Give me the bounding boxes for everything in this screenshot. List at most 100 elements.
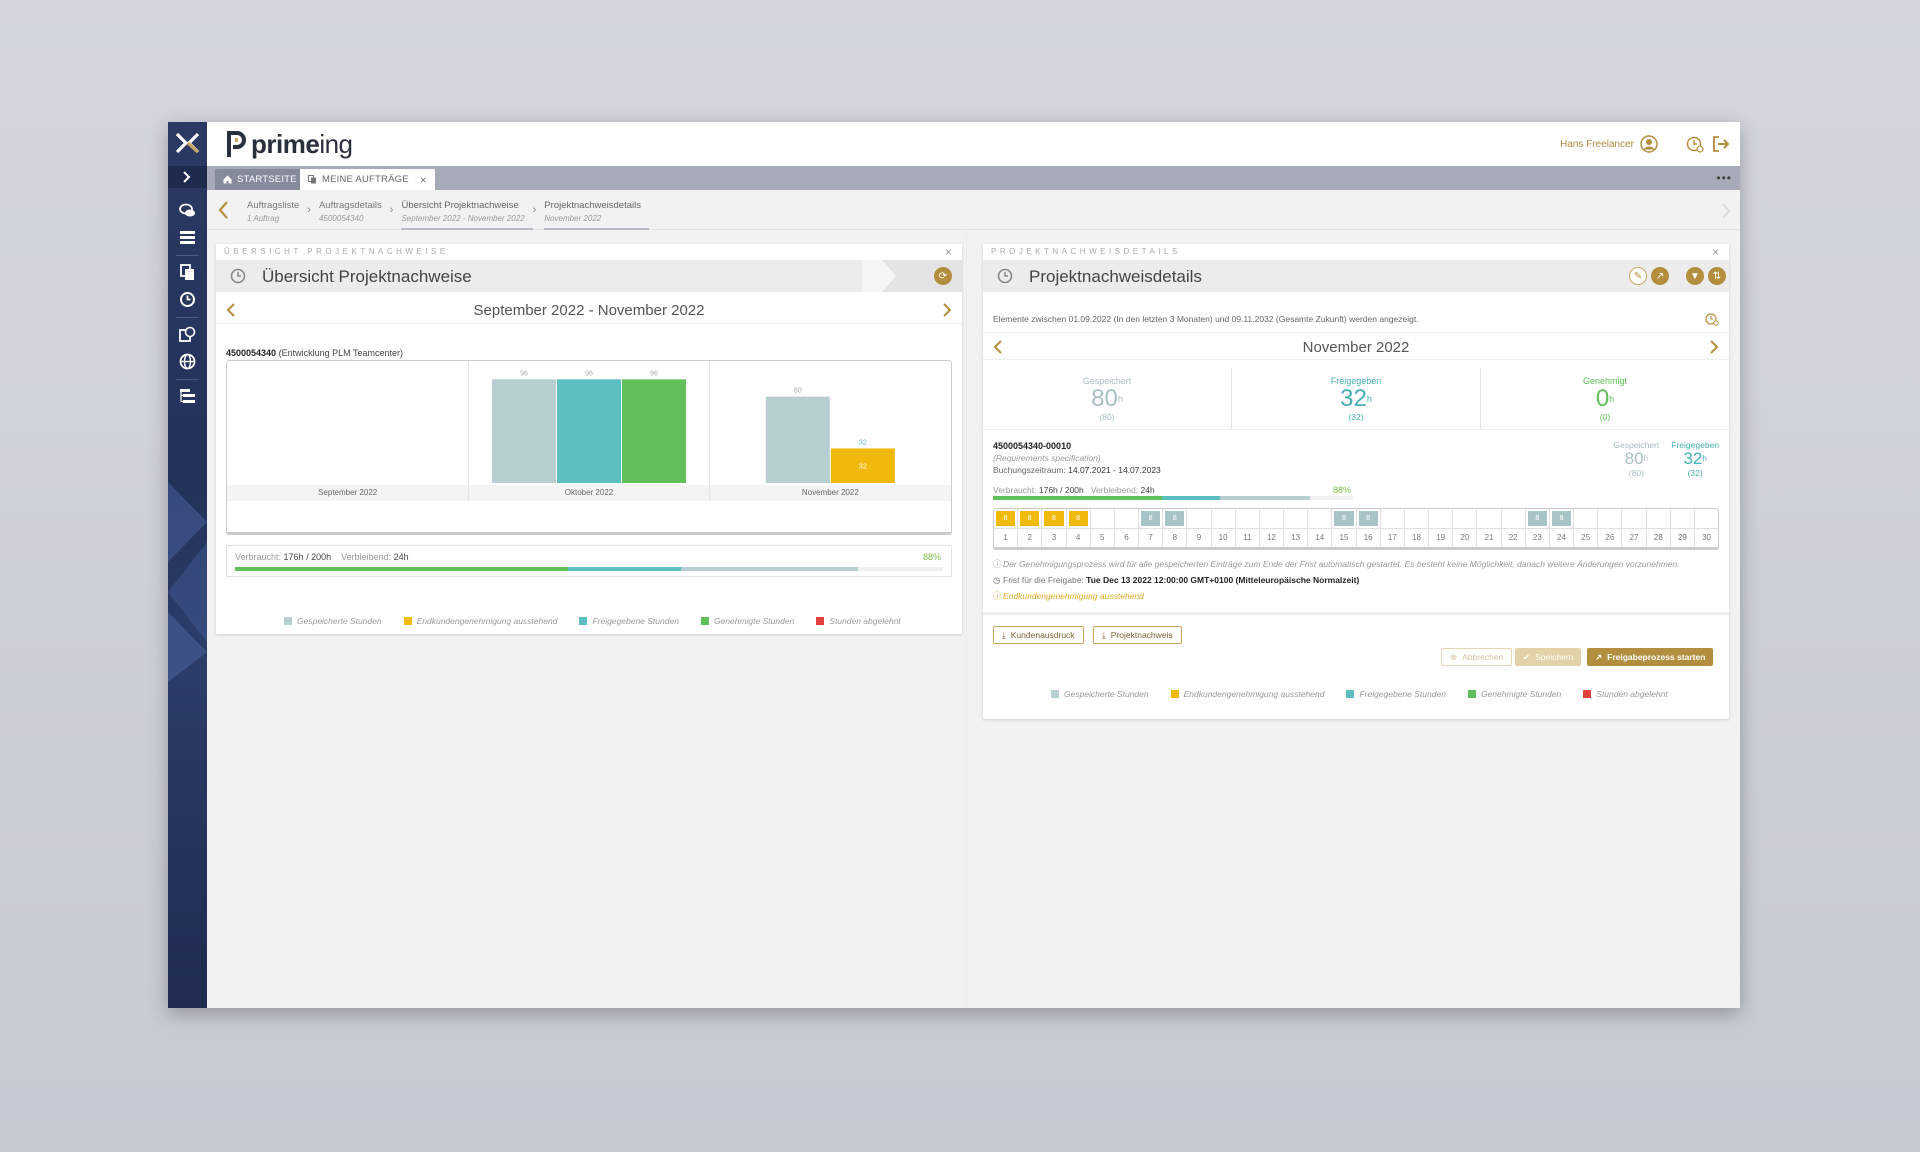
tab-close-icon[interactable]: ×	[420, 174, 427, 186]
clock-icon[interactable]	[179, 291, 196, 308]
legend-item[interactable]: Endkundengenehmigung ausstehend	[1170, 689, 1324, 699]
calendar-day[interactable]: 13	[1284, 509, 1309, 547]
chart-legend: Gespeicherte Stunden Endkundengenehmigung…	[284, 616, 901, 626]
order-title[interactable]: 4500054340 (Entwicklung PLM Teamcenter)	[226, 348, 403, 358]
tab-label: STARTSEITE	[237, 174, 297, 185]
legend-item[interactable]: Freigegebene Stunden	[1346, 689, 1446, 699]
calendar-day[interactable]: 88	[1163, 509, 1188, 547]
close-icon[interactable]: ×	[945, 245, 952, 259]
calendar-day[interactable]: 28	[1646, 509, 1671, 547]
tab-startseite[interactable]: STARTSEITE	[215, 169, 305, 190]
rail-expand-button[interactable]	[168, 166, 207, 188]
filter-button[interactable]: ▼	[1686, 267, 1704, 285]
globe-icon[interactable]	[179, 353, 196, 370]
calendar-day[interactable]: 10	[1211, 509, 1236, 547]
documents-icon	[308, 175, 316, 184]
calendar-day[interactable]: 87	[1139, 509, 1164, 547]
calendar-day[interactable]: 11	[1235, 509, 1260, 547]
legend-item[interactable]: Gespeicherte Stunden	[284, 616, 382, 626]
tree-icon[interactable]	[179, 388, 196, 405]
start-release-button[interactable]: ↗ Freigabeprozess starten	[1587, 648, 1714, 666]
legend-label: Stunden abgelehnt	[829, 616, 901, 626]
calendar-day[interactable]: 5	[1090, 509, 1115, 547]
breadcrumb-item-auftragsliste[interactable]: Auftragsliste 1 Auftrag	[247, 200, 307, 223]
time-settings-icon[interactable]	[1686, 135, 1704, 153]
legend-item[interactable]: Gespeicherte Stunden	[1051, 689, 1149, 699]
calendar-day[interactable]: 81	[994, 509, 1019, 547]
calendar-day[interactable]: 25	[1574, 509, 1599, 547]
period-label: September 2022 - November 2022	[473, 302, 705, 319]
calendar-day[interactable]: 19	[1429, 509, 1454, 547]
calendar-day[interactable]: 17	[1380, 509, 1405, 547]
tab-meine-auftraege[interactable]: MEINE AUFTRÄGE ×	[300, 169, 435, 190]
calendar-day[interactable]: 8 15	[1332, 509, 1357, 547]
list-icon[interactable]	[179, 229, 196, 246]
app-logo-icon[interactable]	[172, 128, 203, 158]
position-info[interactable]: 4500054340-00010 (Requirements specifica…	[993, 440, 1161, 476]
calendar-day[interactable]: 9	[1187, 509, 1212, 547]
close-icon[interactable]: ×	[1712, 245, 1719, 259]
calendar-day[interactable]: 12	[1259, 509, 1285, 547]
breadcrumb-item-uebersicht[interactable]: Übersicht Projektnachweise September 2022…	[401, 200, 533, 230]
calendar-day[interactable]: 21	[1477, 509, 1502, 547]
calendar-day[interactable]: 83	[1042, 509, 1067, 547]
legend-item[interactable]: Endkundengenehmigung ausstehend	[403, 616, 557, 626]
edit-button[interactable]: ✎	[1629, 267, 1647, 285]
calendar-day[interactable]: 29	[1670, 509, 1695, 547]
brand-logo[interactable]: primeing	[225, 128, 353, 160]
calendar-day[interactable]: 8 23	[1525, 509, 1550, 547]
legend-swatch	[1346, 690, 1355, 698]
breadcrumb-item-auftragsdetails[interactable]: Auftragsdetails 4500054340	[319, 200, 390, 223]
refresh-button[interactable]: ⟳	[934, 267, 952, 285]
legend-label: Gespeicherte Stunden	[297, 616, 382, 626]
breadcrumb-item-details[interactable]: Projektnachweisdetails November 2022	[544, 200, 649, 230]
back-arrow-icon[interactable]	[217, 200, 231, 220]
copy-clock-icon[interactable]	[179, 326, 196, 343]
calendar-day[interactable]: 8 24	[1549, 509, 1575, 547]
calendar-day[interactable]: 84	[1066, 509, 1091, 547]
legend-item[interactable]: Genehmigte Stunden	[1467, 689, 1561, 699]
calendar-day-number: 17	[1387, 533, 1397, 542]
time-settings-icon[interactable]	[1705, 312, 1719, 326]
calendar-day-number: 18	[1412, 533, 1421, 542]
stat-freigegeben: Freigegeben 32h (32)	[1232, 368, 1481, 429]
calendar-day[interactable]: 8 16	[1356, 509, 1381, 547]
calendar-day[interactable]: 27	[1622, 509, 1647, 547]
calendar-day[interactable]: 18	[1404, 509, 1430, 547]
calendar-day-hours: 8	[994, 509, 1018, 529]
calendar-day[interactable]: 6	[1114, 509, 1140, 547]
next-period-icon[interactable]	[1709, 339, 1719, 355]
legend-item[interactable]: Stunden abgelehnt	[816, 616, 901, 626]
legend-swatch	[1051, 690, 1059, 698]
legend-item[interactable]: Stunden abgelehnt	[1583, 689, 1668, 699]
sort-button[interactable]: ⇅	[1708, 267, 1726, 285]
calendar-day[interactable]: 20	[1453, 509, 1478, 547]
legend-item[interactable]: Freigegebene Stunden	[579, 616, 679, 626]
user-menu[interactable]: Hans Freelancer	[1560, 135, 1658, 153]
calendar-day[interactable]: 22	[1501, 509, 1526, 547]
cancel-button[interactable]: ⊗ Abbrechen	[1441, 648, 1513, 666]
save-button[interactable]: ✔ Speichern	[1515, 648, 1582, 666]
calendar-day-hours	[1501, 509, 1525, 529]
calendar-day[interactable]: 30	[1694, 509, 1719, 547]
documents-icon[interactable]	[179, 264, 196, 281]
rail-divider	[176, 317, 199, 318]
more-icon[interactable]: •••	[1716, 171, 1732, 185]
logout-icon[interactable]	[1712, 135, 1730, 153]
calendar-day[interactable]: 82	[1018, 509, 1043, 547]
calendar-day[interactable]: 26	[1598, 509, 1623, 547]
next-period-icon[interactable]	[942, 302, 952, 318]
chat-icon[interactable]	[179, 202, 196, 219]
bar-inner-label: 32	[859, 464, 867, 471]
bar-gespeicherte-stunden	[765, 396, 830, 483]
calendar-day-number: 16	[1363, 533, 1373, 542]
forward-arrow-icon[interactable]	[1720, 202, 1732, 220]
calendar-day-number: 23	[1532, 533, 1542, 542]
calendar-day-number: 14	[1315, 533, 1325, 542]
legend-swatch	[1170, 690, 1179, 698]
open-external-button[interactable]: ↗	[1651, 267, 1669, 285]
project-proof-button[interactable]: ⤓ Projektnachweis	[1093, 626, 1182, 644]
legend-item[interactable]: Genehmigte Stunden	[700, 616, 794, 626]
calendar-day[interactable]: 14	[1308, 509, 1333, 547]
customer-print-button[interactable]: ⤓ Kundenausdruck	[993, 626, 1084, 644]
